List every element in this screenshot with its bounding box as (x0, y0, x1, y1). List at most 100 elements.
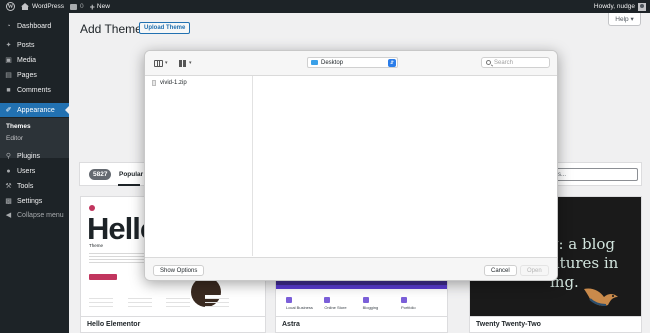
sidebar-item-users[interactable]: ● Users (0, 164, 69, 178)
search-placeholder: Search (494, 59, 514, 66)
sidebar-item-label: Plugins (17, 152, 40, 160)
page-title: Add Themes (80, 22, 148, 36)
sidebar-item-comments[interactable]: ■ Comments (0, 83, 69, 97)
dashboard-icon: ◔ (6, 22, 11, 30)
account-menu[interactable]: Howdy, nudge (593, 2, 646, 11)
sidebar-item-label: Pages (17, 71, 37, 79)
feature-icon (286, 297, 292, 303)
feature-block (127, 295, 152, 309)
sidebar-item-appearance[interactable]: ✐ Appearance (0, 103, 69, 117)
upload-theme-button[interactable]: Upload Theme (139, 22, 191, 34)
file-name: vivid-1.zip (160, 80, 187, 86)
brush-icon: ✐ (5, 107, 12, 114)
wordpress-menu[interactable]: W (6, 2, 15, 11)
feature-column: Portfolio (400, 297, 436, 310)
theme-name: Hello Elementor (81, 316, 265, 332)
sidebar-item-label: Users (17, 167, 36, 175)
comment-bubble-icon (70, 3, 78, 10)
feature-column: Local Business (286, 297, 321, 310)
feature-block (204, 295, 229, 309)
list-item[interactable]: vivid-1.zip (152, 80, 187, 86)
plus-icon: + (89, 1, 95, 12)
collapse-menu-button[interactable]: ◀ Collapse menu (0, 208, 69, 222)
search-themes-input[interactable]: ss... (551, 168, 638, 181)
dialog-footer: Show Options Cancel Open (145, 257, 557, 280)
feature-icon (400, 297, 407, 303)
grid-view-icon (179, 59, 187, 67)
submenu-item-editor[interactable]: Editor (6, 135, 23, 142)
open-button[interactable]: Open (520, 265, 549, 276)
preview-line: ntures in (550, 254, 619, 272)
preview-line: y: a blog (550, 235, 616, 253)
active-tab-underline (118, 184, 140, 186)
settings-icon: ▩ (5, 198, 12, 205)
theme-preview-text-lines (89, 253, 144, 263)
column-view-button[interactable]: ▾ (154, 58, 168, 68)
feature-label: Portfolio (400, 305, 416, 310)
columns-view-icon (154, 59, 163, 67)
admin-bar: W WordPress 0 + New Howdy, nudge (0, 0, 650, 13)
sidebar-item-label: Posts (17, 41, 35, 49)
users-icon: ● (6, 167, 11, 175)
dialog-toolbar: ▾ ▾ Desktop ⇵ Search (145, 51, 557, 76)
home-icon (21, 3, 29, 10)
location-label: Desktop (321, 59, 344, 66)
sidebar-item-label: Collapse menu (17, 211, 64, 219)
file-chooser-dialog: ▾ ▾ Desktop ⇵ Search vivid-1.zip Show Op… (144, 50, 558, 281)
theme-name: Astra (276, 316, 447, 332)
sidebar-item-label: Tools (17, 182, 34, 190)
zip-file-icon (152, 80, 156, 86)
sidebar-item-label: Settings (17, 197, 43, 205)
theme-preview-stripe (276, 285, 447, 289)
sidebar-item-label: Appearance (17, 106, 55, 114)
comments-icon: ■ (6, 86, 11, 94)
admin-sidebar: ◔ Dashboard ✦ Posts ▣ Media ▤ Pages ■ Co… (0, 13, 69, 333)
up-down-chevron-icon: ⇵ (388, 59, 396, 67)
submenu-item-themes[interactable]: Themes (6, 123, 31, 130)
theme-preview-features (89, 295, 229, 313)
feature-label: Online Store (324, 305, 347, 310)
file-list-pane: vivid-1.zip (145, 76, 253, 256)
feature-block (166, 295, 191, 309)
sidebar-item-settings[interactable]: ▩ Settings (0, 194, 69, 208)
sidebar-item-dashboard[interactable]: ◔ Dashboard (0, 19, 69, 33)
cancel-button[interactable]: Cancel (484, 265, 517, 276)
chevron-down-icon: ▾ (189, 60, 192, 66)
search-icon (486, 60, 491, 65)
theme-name: Twenty Twenty-Two (470, 316, 641, 332)
collapse-icon: ◀ (5, 212, 12, 219)
feature-column: Online Store (324, 297, 359, 310)
feature-column: Blogging (362, 297, 398, 310)
sidebar-item-media[interactable]: ▣ Media (0, 53, 69, 67)
group-view-button[interactable]: ▾ (179, 58, 192, 68)
media-icon: ▣ (5, 57, 12, 64)
sidebar-item-label: Dashboard (17, 22, 52, 30)
show-options-button[interactable]: Show Options (153, 265, 205, 276)
dialog-search-field[interactable]: Search (481, 57, 550, 68)
theme-preview-features: Local Business Online Store Blogging Por… (286, 297, 436, 310)
help-tab-button[interactable]: Help ▾ (608, 13, 641, 26)
pages-icon: ▤ (5, 72, 12, 79)
new-label: New (96, 3, 110, 10)
new-content-link[interactable]: + New (90, 2, 110, 12)
site-name-link[interactable]: WordPress (21, 3, 64, 10)
folder-icon (311, 60, 318, 65)
sidebar-item-pages[interactable]: ▤ Pages (0, 68, 69, 82)
sidebar-item-label: Media (17, 56, 37, 64)
theme-preview-button (89, 274, 117, 280)
comments-count: 0 (80, 3, 84, 10)
wrench-icon: ⚒ (5, 183, 12, 190)
howdy-text: Howdy, nudge (593, 3, 635, 10)
sidebar-item-posts[interactable]: ✦ Posts (0, 38, 69, 52)
avatar (638, 2, 646, 11)
location-select[interactable]: Desktop ⇵ (307, 57, 398, 68)
tab-popular[interactable]: Popular (119, 171, 143, 178)
sidebar-item-label: Comments (17, 86, 51, 94)
chevron-down-icon: ▾ (165, 60, 168, 66)
wordpress-logo-icon[interactable]: W (6, 2, 15, 11)
comments-link[interactable]: 0 (70, 3, 84, 10)
theme-count-badge: 5827 (89, 169, 112, 180)
plug-icon: ⚲ (5, 153, 12, 160)
sidebar-item-tools[interactable]: ⚒ Tools (0, 179, 69, 193)
sidebar-item-plugins[interactable]: ⚲ Plugins (0, 149, 69, 163)
